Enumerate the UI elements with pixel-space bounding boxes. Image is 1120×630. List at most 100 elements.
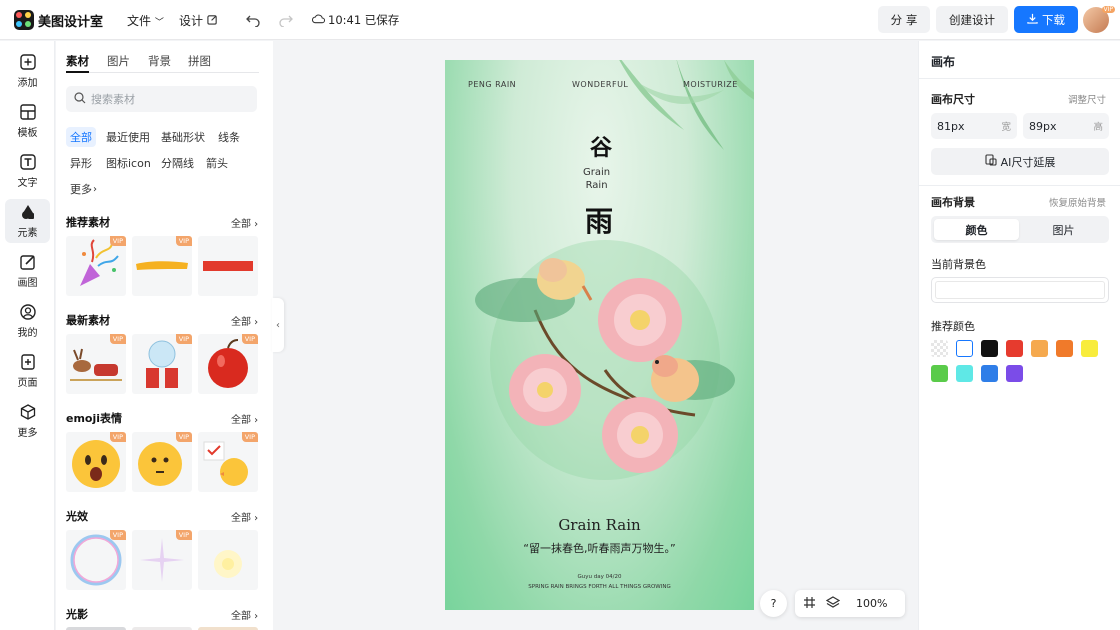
canvas-small-line: Guyu day 04/20 <box>577 574 622 580</box>
left-rail: 添加 模板 文字 元素 画图 我的 页面 更多 <box>0 41 55 630</box>
adjust-size-link[interactable]: 调整尺寸 <box>1068 92 1106 106</box>
tab-backgrounds[interactable]: 背景 <box>148 53 171 69</box>
asset-thumb-apple[interactable]: VIP <box>198 334 258 394</box>
design-menu[interactable]: 设计 <box>179 12 218 29</box>
width-field[interactable]: 81px 宽 <box>931 113 1017 139</box>
asset-tabs: 素材 图片 背景 拼图 <box>66 53 259 73</box>
asset-thumb-sparkle[interactable]: VIP <box>132 530 192 590</box>
rail-item-template[interactable]: 模板 <box>5 99 50 143</box>
rail-item-more[interactable]: 更多 <box>5 399 50 443</box>
create-design-button[interactable]: 创建设计 <box>936 6 1008 33</box>
asset-thumb-brush[interactable]: VIP <box>132 236 192 296</box>
asset-thumb-shocked-emoji[interactable]: VIP <box>66 432 126 492</box>
color-swatch[interactable] <box>956 365 973 382</box>
share-button[interactable]: 分 享 <box>878 6 930 33</box>
tab-image[interactable]: 图片 <box>1021 219 1106 240</box>
peony-birds-illustration <box>475 240 735 480</box>
tab-images[interactable]: 图片 <box>107 53 130 69</box>
chip-more-label: 更多 <box>70 183 92 196</box>
zoom-level[interactable]: 100% <box>856 597 887 610</box>
avatar-vip-badge: VIP <box>1101 6 1115 13</box>
design-canvas[interactable]: PENG RAIN WONDERFUL MOISTURIZE 谷 Grain R… <box>445 60 754 610</box>
asset-thumb-bubble[interactable]: VIP <box>66 530 126 590</box>
rail-item-draw[interactable]: 画图 <box>5 249 50 293</box>
chip-all[interactable]: 全部 <box>66 127 96 147</box>
rail-item-elements[interactable]: 元素 <box>5 199 50 243</box>
chip-more[interactable]: 更多 › <box>66 179 101 199</box>
shapes-icon <box>21 205 34 219</box>
divider <box>919 78 1120 79</box>
color-swatch[interactable] <box>956 340 973 357</box>
rail-item-mine[interactable]: 我的 <box>5 299 50 343</box>
color-swatch[interactable] <box>931 365 948 382</box>
collapse-panel-button[interactable]: ‹ <box>272 298 284 352</box>
all-label: 全部 <box>231 317 251 328</box>
color-swatch[interactable] <box>1056 340 1073 357</box>
all-label: 全部 <box>231 611 251 622</box>
redo-icon[interactable] <box>276 10 296 30</box>
rail-item-text[interactable]: 文字 <box>5 149 50 193</box>
tab-collage[interactable]: 拼图 <box>188 53 211 69</box>
current-bg-label: 当前背景色 <box>931 258 986 271</box>
user-icon <box>19 304 36 320</box>
red-bar-icon <box>203 261 253 271</box>
color-swatch[interactable] <box>981 365 998 382</box>
asset-thumb-confetti[interactable]: VIP <box>66 236 126 296</box>
color-swatch[interactable] <box>981 340 998 357</box>
section-all-link[interactable]: 全部 › <box>231 607 258 622</box>
section-all-link[interactable]: 全部 › <box>231 215 258 230</box>
tab-color[interactable]: 颜色 <box>934 219 1019 240</box>
chip-icons[interactable]: 图标icon <box>102 153 155 173</box>
canvas-rain-word: Rain <box>585 180 608 191</box>
chip-arrows[interactable]: 箭头 <box>202 153 232 173</box>
section-title: emoji表情 <box>66 412 123 425</box>
asset-thumb-red-bar[interactable] <box>198 236 258 296</box>
grid-icon[interactable] <box>803 596 816 612</box>
asset-thumb-reindeer[interactable]: VIP <box>66 334 126 394</box>
color-swatch[interactable] <box>1006 365 1023 382</box>
width-unit: 宽 <box>1001 122 1011 133</box>
app-logo[interactable] <box>14 10 34 30</box>
section-all-link[interactable]: 全部 › <box>231 411 258 426</box>
chip-lines[interactable]: 线条 <box>214 127 244 147</box>
color-swatch[interactable] <box>1006 340 1023 357</box>
color-swatch[interactable] <box>1031 340 1048 357</box>
height-field[interactable]: 89px 高 <box>1023 113 1109 139</box>
asset-thumb-glow[interactable] <box>198 530 258 590</box>
color-swatch[interactable] <box>1081 340 1098 357</box>
design-menu-label: 设计 <box>179 14 204 28</box>
section-all-link[interactable]: 全部 › <box>231 313 258 328</box>
chip-irregular[interactable]: 异形 <box>66 153 96 173</box>
section-all-link[interactable]: 全部 › <box>231 509 258 524</box>
current-color-field[interactable] <box>931 277 1109 303</box>
download-icon <box>1027 13 1038 27</box>
rail-item-add[interactable]: 添加 <box>5 49 50 93</box>
edit-icon <box>207 14 218 28</box>
layers-icon[interactable] <box>825 595 841 612</box>
asset-thumb-chick-emoji[interactable]: VIP <box>198 432 258 492</box>
restore-background-link[interactable]: 恢复原始背景 <box>1049 195 1106 209</box>
download-button[interactable]: 下载 <box>1014 6 1078 33</box>
chip-recent[interactable]: 最近使用 <box>102 127 154 147</box>
chip-dividers[interactable]: 分隔线 <box>157 153 198 173</box>
rail-item-page[interactable]: 页面 <box>5 349 50 393</box>
avatar[interactable]: VIP <box>1083 6 1115 33</box>
search-input[interactable]: 搜索素材 <box>66 86 257 112</box>
background-type-toggle: 颜色 图片 <box>931 216 1109 243</box>
divider <box>919 185 1120 186</box>
vip-badge: VIP <box>241 334 258 344</box>
width-value: 81px <box>937 119 965 133</box>
help-button[interactable]: ? <box>760 590 787 617</box>
asset-thumb-thinking-emoji[interactable]: VIP <box>132 432 192 492</box>
color-swatch[interactable] <box>931 340 948 357</box>
undo-icon[interactable] <box>243 10 263 30</box>
asset-thumb-snowglobe[interactable]: VIP <box>132 334 192 394</box>
file-menu[interactable]: 文件 ﹀ <box>127 12 164 29</box>
save-status: 10:41 已保存 <box>312 12 399 28</box>
chevron-left-icon: ‹ <box>276 319 280 331</box>
search-placeholder: 搜索素材 <box>91 93 135 106</box>
top-bar: 美图设计室 文件 ﹀ 设计 10:41 已保存 分 享 创建设计 下载 VIP <box>0 0 1120 40</box>
chip-basic-shapes[interactable]: 基础形状 <box>157 127 209 147</box>
ai-resize-button[interactable]: AI尺寸延展 <box>931 148 1109 175</box>
tab-materials[interactable]: 素材 <box>66 53 89 73</box>
